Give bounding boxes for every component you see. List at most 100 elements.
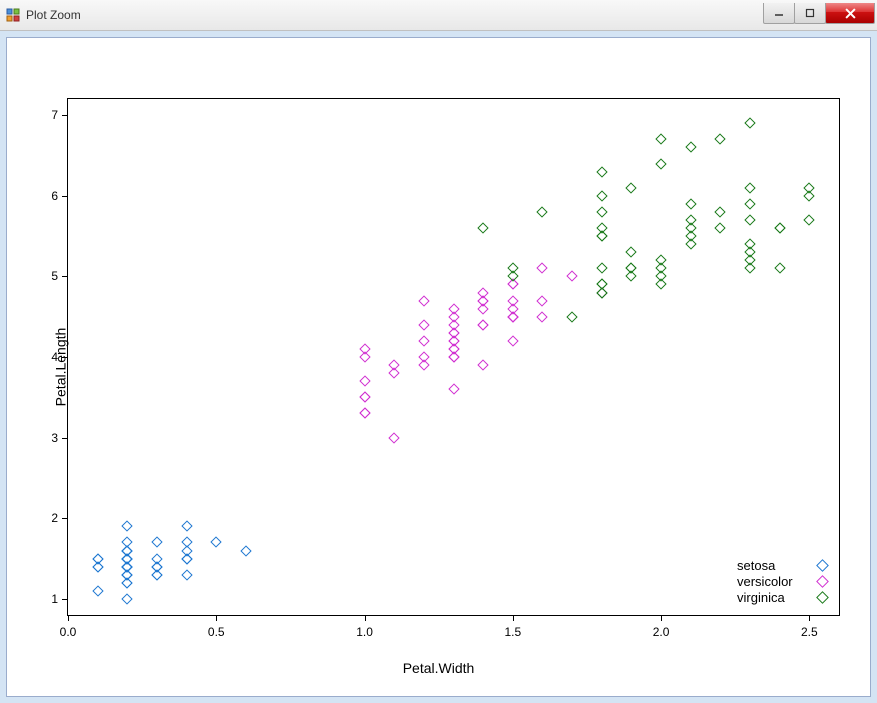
data-point-virginica [744, 238, 755, 249]
data-point-virginica [596, 263, 607, 274]
data-point-versicolor [566, 271, 577, 282]
data-point-versicolor [448, 343, 459, 354]
y-axis-label: Petal.Length [52, 328, 68, 407]
data-point-versicolor [448, 384, 459, 395]
data-point-setosa [181, 521, 192, 532]
data-point-virginica [626, 271, 637, 282]
data-point-virginica [744, 214, 755, 225]
data-point-virginica [596, 166, 607, 177]
legend-row: setosa [737, 557, 827, 573]
x-tick-label: 1.5 [504, 625, 521, 639]
data-point-versicolor [537, 263, 548, 274]
y-tick-mark [62, 518, 68, 519]
y-tick-label: 1 [38, 592, 58, 606]
y-tick-label: 2 [38, 511, 58, 525]
x-tick-label: 1.0 [356, 625, 373, 639]
data-point-virginica [655, 279, 666, 290]
legend-marker-icon [817, 592, 827, 602]
close-button[interactable] [825, 3, 875, 24]
data-point-setosa [92, 561, 103, 572]
window-controls [763, 3, 877, 23]
data-point-versicolor [477, 287, 488, 298]
data-point-versicolor [537, 311, 548, 322]
data-point-virginica [804, 182, 815, 193]
data-point-setosa [92, 585, 103, 596]
data-point-virginica [596, 206, 607, 217]
data-point-versicolor [389, 367, 400, 378]
legend-label: versicolor [737, 574, 807, 589]
y-tick-label: 5 [38, 269, 58, 283]
x-tick-label: 2.5 [801, 625, 818, 639]
data-point-virginica [566, 311, 577, 322]
maximize-button[interactable] [794, 3, 826, 24]
data-point-virginica [596, 190, 607, 201]
data-point-virginica [715, 134, 726, 145]
data-point-versicolor [389, 432, 400, 443]
legend-label: virginica [737, 590, 807, 605]
x-tick-mark [809, 615, 810, 621]
y-tick-mark [62, 276, 68, 277]
data-point-virginica [537, 206, 548, 217]
data-point-setosa [151, 537, 162, 548]
data-point-setosa [122, 593, 133, 604]
data-point-setosa [122, 521, 133, 532]
plot-window: Plot Zoom Petal.Length Petal.Width setos… [0, 0, 877, 703]
titlebar[interactable]: Plot Zoom [0, 0, 877, 31]
data-point-versicolor [477, 303, 488, 314]
plot-area[interactable]: setosaversicolorvirginica [67, 98, 840, 616]
y-tick-mark [62, 357, 68, 358]
data-point-virginica [715, 222, 726, 233]
data-point-virginica [655, 158, 666, 169]
y-tick-label: 6 [38, 189, 58, 203]
data-point-virginica [626, 247, 637, 258]
data-point-virginica [744, 118, 755, 129]
data-point-virginica [744, 255, 755, 266]
y-tick-label: 7 [38, 108, 58, 122]
data-point-setosa [211, 537, 222, 548]
data-point-versicolor [418, 319, 429, 330]
data-point-versicolor [477, 359, 488, 370]
app-icon [6, 8, 20, 22]
data-point-virginica [685, 222, 696, 233]
x-tick-mark [365, 615, 366, 621]
legend-marker-icon [817, 576, 827, 586]
x-axis-label: Petal.Width [403, 660, 475, 676]
data-point-virginica [804, 214, 815, 225]
data-point-versicolor [359, 392, 370, 403]
data-point-virginica [477, 222, 488, 233]
data-point-versicolor [448, 303, 459, 314]
y-tick-label: 3 [38, 431, 58, 445]
data-point-virginica [774, 222, 785, 233]
legend-row: virginica [737, 589, 827, 605]
data-point-virginica [507, 263, 518, 274]
plot-frame: Petal.Length Petal.Width setosaversicolo… [6, 37, 871, 697]
data-point-setosa [181, 569, 192, 580]
data-point-virginica [596, 287, 607, 298]
data-point-versicolor [359, 376, 370, 387]
data-point-virginica [744, 198, 755, 209]
data-point-virginica [685, 198, 696, 209]
data-point-virginica [655, 255, 666, 266]
x-tick-mark [68, 615, 69, 621]
y-tick-mark [62, 438, 68, 439]
data-point-setosa [151, 561, 162, 572]
legend-row: versicolor [737, 573, 827, 589]
data-point-setosa [240, 545, 251, 556]
x-tick-mark [661, 615, 662, 621]
y-tick-mark [62, 115, 68, 116]
data-point-versicolor [418, 335, 429, 346]
y-tick-label: 4 [38, 350, 58, 364]
data-point-versicolor [507, 295, 518, 306]
data-point-versicolor [418, 295, 429, 306]
data-point-virginica [685, 238, 696, 249]
x-tick-mark [216, 615, 217, 621]
data-point-versicolor [359, 343, 370, 354]
data-point-virginica [715, 206, 726, 217]
legend: setosaversicolorvirginica [737, 557, 827, 605]
legend-marker-icon [817, 560, 827, 570]
x-tick-label: 0.5 [208, 625, 225, 639]
minimize-button[interactable] [763, 3, 795, 24]
data-point-virginica [655, 134, 666, 145]
y-tick-mark [62, 599, 68, 600]
data-point-virginica [685, 142, 696, 153]
